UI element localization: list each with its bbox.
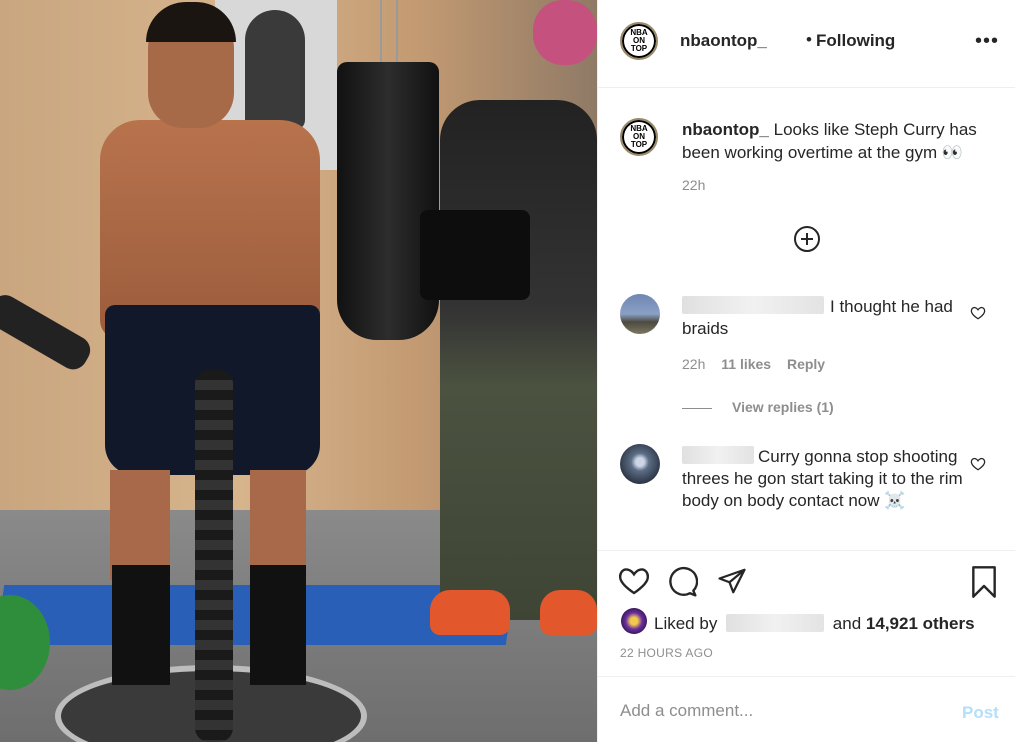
add-comment-bar: Post (598, 676, 1015, 743)
profile-username[interactable]: nbaontop_ (680, 31, 767, 51)
athlete-leg (110, 470, 170, 580)
profile-avatar[interactable]: NBA ON TOP (620, 22, 658, 60)
liked-by-connector: and (832, 614, 862, 633)
caption-text: nbaontop_ Looks like Steph Curry has bee… (682, 118, 992, 164)
caption-avatar[interactable]: NBA ON TOP (620, 118, 658, 156)
more-horizontal-icon[interactable]: ••• (975, 30, 999, 53)
post-photo[interactable] (0, 0, 597, 742)
comment-text: Curry gonna stop shooting threes he gon … (682, 447, 963, 510)
battle-rope (195, 370, 233, 742)
commenter-avatar[interactable] (620, 444, 660, 484)
athlete-sock (112, 565, 170, 685)
battle-rope (0, 290, 96, 375)
post-side-panel: NBA ON TOP nbaontop_ • Following ••• NBA ON… (597, 0, 1015, 742)
post-button[interactable]: Post (962, 703, 999, 723)
orange-shoe (540, 590, 597, 635)
commenter-avatar[interactable] (620, 294, 660, 334)
liked-by-text: Liked by and 14,921 others (654, 611, 975, 634)
following-button[interactable]: Following (816, 31, 895, 51)
comment-meta: 22h 11 likes Reply (682, 356, 837, 372)
comment-likes[interactable]: 11 likes (721, 356, 771, 372)
camera-operator (440, 100, 597, 620)
actions-divider (598, 550, 1015, 551)
redacted-username (726, 614, 825, 632)
athlete-sock (250, 565, 306, 685)
liked-by-prefix: Liked by (654, 614, 718, 633)
view-replies-button[interactable]: View replies (1) (732, 399, 834, 415)
comment-time[interactable]: 22h (682, 356, 705, 372)
caption-time[interactable]: 22h (682, 177, 705, 193)
poster-figure (245, 10, 305, 130)
comment-text: I thought he had braids (682, 297, 953, 338)
liker-avatar[interactable] (621, 608, 647, 634)
comment-heart-icon[interactable] (970, 457, 986, 471)
orange-shoe (430, 590, 510, 635)
boxing-gloves (533, 0, 597, 65)
separator-dot: • (806, 30, 812, 49)
caption-username[interactable]: nbaontop_ (682, 120, 769, 139)
comment-heart-icon[interactable] (970, 306, 986, 320)
plus-circle-icon[interactable] (794, 226, 820, 252)
add-comment-input[interactable] (618, 695, 942, 727)
athlete-leg (250, 470, 306, 570)
heart-icon[interactable] (618, 566, 650, 596)
likes-count[interactable]: 14,921 others (866, 614, 975, 633)
bag-chain (380, 0, 398, 62)
video-camera (420, 210, 530, 300)
reply-button[interactable]: Reply (787, 356, 825, 372)
paper-plane-icon[interactable] (716, 566, 748, 596)
view-replies-line (682, 408, 712, 409)
post-timestamp[interactable]: 22 HOURS AGO (620, 646, 713, 660)
comment-icon[interactable] (666, 566, 698, 598)
bookmark-icon[interactable] (970, 566, 998, 598)
post-header: NBA ON TOP nbaontop_ • Following ••• (598, 0, 1015, 88)
